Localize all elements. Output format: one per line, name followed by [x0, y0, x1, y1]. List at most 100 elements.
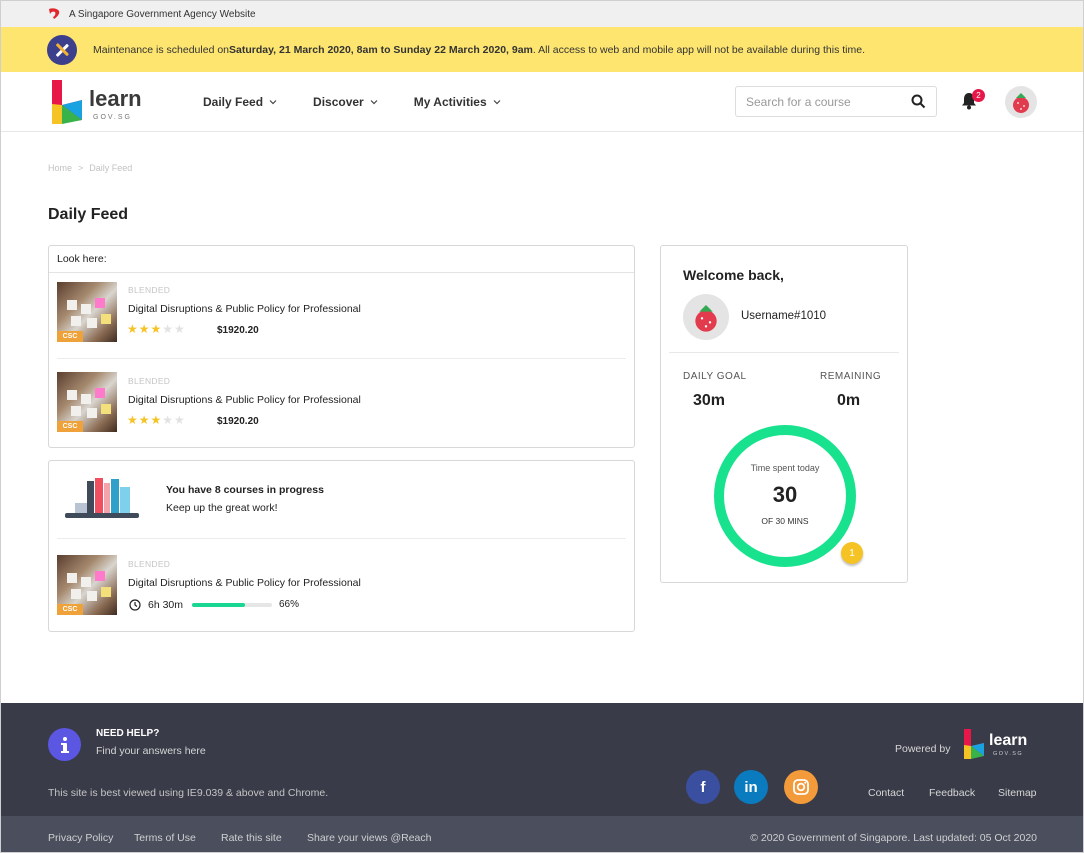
maintenance-prefix: Maintenance is scheduled on [93, 43, 230, 56]
nav-my-activities[interactable]: My Activities [414, 95, 501, 109]
course-thumbnail: CSC [57, 372, 117, 432]
progress-title: You have 8 courses in progress [166, 484, 324, 496]
progress-card: You have 8 courses in progress Keep up t… [48, 460, 635, 632]
nav-daily-feed[interactable]: Daily Feed [203, 95, 277, 109]
notification-badge: 2 [972, 89, 985, 102]
footer-feedback-link[interactable]: Feedback [929, 787, 975, 799]
course-item[interactable]: CSC BLENDED Digital Disruptions & Public… [57, 273, 626, 358]
breadcrumb-current: Daily Feed [89, 163, 133, 173]
course-title: Digital Disruptions & Public Policy for … [128, 303, 361, 315]
page-title: Daily Feed [48, 206, 129, 223]
help-title: NEED HELP? [96, 728, 160, 739]
breadcrumb: Home > Daily Feed [48, 163, 132, 173]
info-icon[interactable] [48, 728, 81, 761]
footer-bottom-bar: Privacy Policy Terms of Use Rate this si… [1, 816, 1083, 852]
daily-goal-label: DAILY GOAL [683, 371, 747, 382]
course-price: $1920.20 [217, 416, 259, 427]
user-avatar[interactable] [1005, 86, 1037, 118]
logo-sub: GOV.SG [93, 114, 132, 121]
course-item[interactable]: CSC BLENDED Digital Disruptions & Public… [57, 358, 626, 446]
strawberry-avatar-icon [695, 305, 717, 332]
nav-my-activities-label: My Activities [413, 95, 487, 109]
main-nav: Daily Feed Discover My Activities [203, 72, 537, 132]
maintenance-suffix: . All access to web and mobile app will … [532, 43, 865, 56]
in-progress-course[interactable]: CSC BLENDED Digital Disruptions & Public… [57, 539, 627, 629]
coin-badge[interactable]: 1 [841, 542, 863, 564]
course-type: BLENDED [128, 559, 171, 569]
course-thumbnail: CSC [57, 282, 117, 342]
maintenance-period: Saturday, 21 March 2020, 8am to Sunday 2… [229, 43, 533, 56]
notification-bell[interactable]: 2 [961, 89, 985, 112]
learn-logo[interactable]: learn GOV.SG [49, 78, 149, 128]
footer-sitemap-link[interactable]: Sitemap [998, 787, 1037, 799]
look-here-card: Look here: CSC BLENDED Digital Disruptio… [48, 245, 635, 448]
best-viewed-text: This site is best viewed using IE9.039 &… [48, 787, 329, 799]
privacy-policy-link[interactable]: Privacy Policy [48, 832, 113, 844]
lion-head-icon [49, 8, 60, 19]
books-illustration-icon [65, 478, 139, 518]
csc-tag: CSC [57, 331, 83, 342]
clock-icon [129, 599, 141, 611]
ring-label: Time spent today [750, 463, 820, 473]
course-thumbnail: CSC [57, 555, 117, 615]
search-icon[interactable] [911, 94, 926, 109]
course-price: $1920.20 [217, 325, 259, 336]
course-progress-percent: 66% [279, 599, 300, 610]
course-duration: 6h 30m [148, 599, 184, 611]
maintenance-tools-icon [47, 34, 77, 65]
username: Username#1010 [741, 310, 827, 322]
rate-site-link[interactable]: Rate this site [221, 832, 282, 844]
logo-word: learn [89, 86, 142, 111]
footer-logo-word: learn [989, 732, 1027, 749]
chevron-down-icon [370, 100, 378, 105]
csc-tag: CSC [57, 421, 83, 432]
nav-discover[interactable]: Discover [313, 95, 378, 109]
welcome-title: Welcome back, [683, 267, 784, 283]
powered-by-text: Powered by [895, 743, 951, 755]
search-box [735, 86, 937, 117]
breadcrumb-home[interactable]: Home [48, 163, 72, 173]
nav-daily-feed-label: Daily Feed [203, 95, 264, 109]
site-header: learn GOV.SG Daily Feed Discover My Acti… [1, 72, 1083, 132]
look-here-header: Look here: [49, 246, 634, 273]
page: A Singapore Government Agency Website Ma… [0, 0, 1084, 853]
course-title: Digital Disruptions & Public Policy for … [128, 394, 361, 406]
course-progress-bar [192, 603, 272, 607]
chevron-right-icon: > [78, 163, 84, 173]
course-type: BLENDED [128, 376, 171, 386]
facebook-icon[interactable]: f [686, 770, 720, 804]
help-link[interactable]: Find your answers here [96, 745, 206, 757]
csc-tag: CSC [57, 604, 83, 615]
instagram-icon[interactable] [784, 770, 818, 804]
daily-goal-value: 30m [693, 392, 726, 409]
gov-bar: A Singapore Government Agency Website [1, 1, 1083, 27]
learn-logo-footer[interactable]: learn GOV.SG [961, 727, 1041, 761]
divider [669, 352, 899, 353]
remaining-label: REMAINING [820, 371, 882, 382]
course-type: BLENDED [128, 285, 171, 295]
course-progress-fill [192, 603, 245, 607]
share-views-link[interactable]: Share your views @Reach [307, 832, 431, 844]
maintenance-banner: Maintenance is scheduled on Saturday, 21… [1, 27, 1083, 72]
linkedin-icon[interactable]: in [734, 770, 768, 804]
welcome-card: Welcome back, Username#1010 DAILY GOAL R… [660, 245, 908, 583]
chevron-down-icon [493, 100, 501, 105]
footer-contact-link[interactable]: Contact [868, 787, 904, 799]
copyright-text: © 2020 Government of Singapore. Last upd… [750, 832, 1037, 844]
remaining-value: 0m [837, 392, 861, 409]
strawberry-avatar-icon [1013, 93, 1029, 113]
course-title: Digital Disruptions & Public Policy for … [128, 577, 361, 589]
site-footer: NEED HELP? Find your answers here This s… [1, 703, 1083, 816]
user-avatar [683, 294, 729, 340]
terms-of-use-link[interactable]: Terms of Use [134, 832, 196, 844]
ring-sub: OF 30 MINS [761, 516, 809, 526]
nav-discover-label: Discover [313, 95, 364, 109]
search-input[interactable] [736, 94, 901, 109]
chevron-down-icon [269, 100, 277, 105]
ring-value: 30 [772, 482, 798, 507]
star-rating: ★★★★★ [127, 413, 186, 427]
footer-logo-sub: GOV.SG [993, 751, 1023, 757]
gov-bar-text: A Singapore Government Agency Website [69, 8, 256, 20]
star-rating: ★★★★★ [127, 322, 186, 336]
progress-subtitle: Keep up the great work! [166, 502, 278, 514]
